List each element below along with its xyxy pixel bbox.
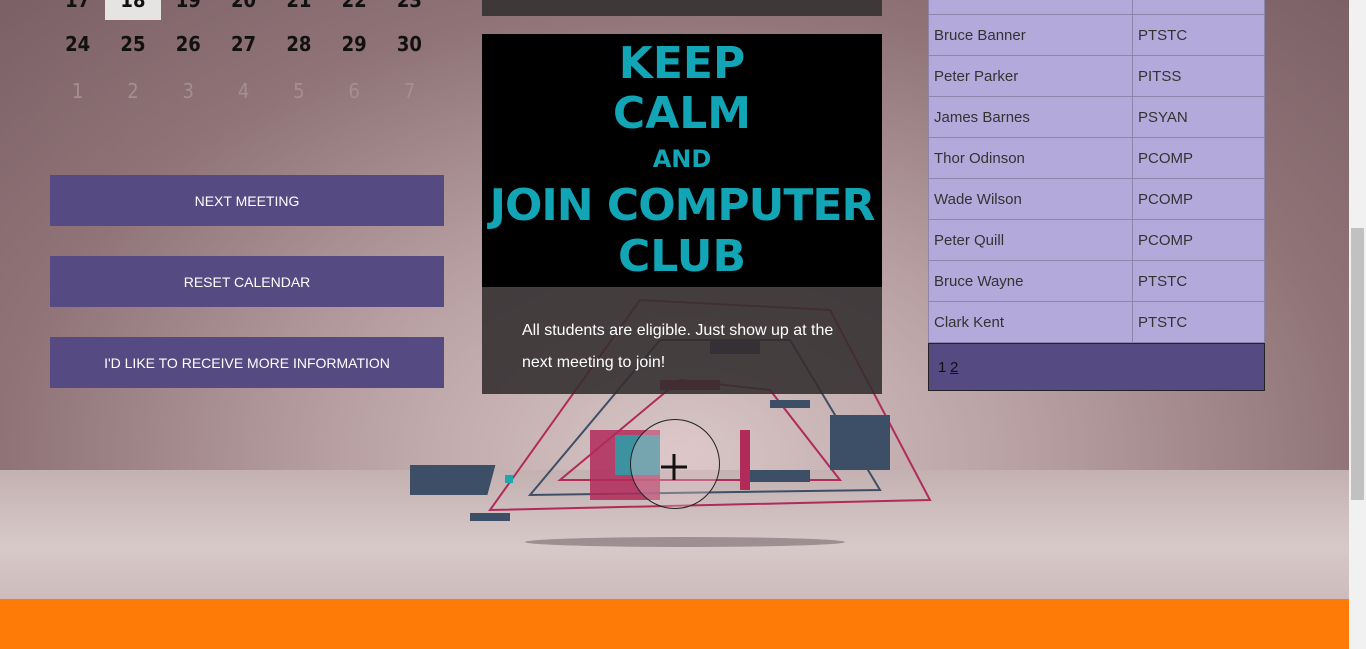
table-row: Wade Wilson PCOMP bbox=[928, 178, 1265, 220]
member-name: Peter Quill bbox=[928, 219, 1133, 261]
member-name: James Barnes bbox=[928, 96, 1133, 138]
calendar-day-next-month[interactable]: 6 bbox=[326, 79, 381, 103]
calendar-day[interactable]: 22 bbox=[326, 0, 381, 20]
table-row: Bruce Wayne PTSTC bbox=[928, 260, 1265, 302]
vertical-scrollbar[interactable] bbox=[1349, 0, 1366, 649]
calendar-week-row: 24 25 26 27 28 29 30 bbox=[50, 32, 437, 56]
member-code: PCOMP bbox=[1132, 137, 1265, 179]
page-1-current: 1 bbox=[938, 359, 947, 376]
reset-calendar-button[interactable]: RESET CALENDAR bbox=[50, 256, 444, 307]
calendar-day[interactable]: 19 bbox=[161, 0, 216, 20]
table-row bbox=[928, 0, 1265, 15]
calendar-day-next-month[interactable]: 7 bbox=[382, 79, 437, 103]
member-code: PTSTC bbox=[1132, 14, 1265, 56]
table-row: James Barnes PSYAN bbox=[928, 96, 1265, 138]
member-name: Thor Odinson bbox=[928, 137, 1133, 179]
poster-caption: All students are eligible. Just show up … bbox=[482, 287, 882, 394]
footer-bar bbox=[0, 599, 1349, 649]
calendar-day[interactable]: 28 bbox=[271, 32, 326, 56]
calendar-day-next-month[interactable]: 4 bbox=[216, 79, 271, 103]
calendar-day[interactable]: 26 bbox=[161, 32, 216, 56]
calendar-day-today[interactable]: 18 bbox=[105, 0, 161, 20]
member-code bbox=[1132, 0, 1265, 15]
poster-line: AND bbox=[652, 145, 712, 173]
member-code: PCOMP bbox=[1132, 178, 1265, 220]
scrollbar-thumb[interactable] bbox=[1351, 228, 1364, 500]
next-meeting-button[interactable]: NEXT MEETING bbox=[50, 175, 444, 226]
poster-line: JOIN COMPUTER bbox=[489, 180, 876, 231]
table-row: Clark Kent PTSTC bbox=[928, 301, 1265, 343]
calendar-day[interactable]: 25 bbox=[105, 32, 160, 56]
member-code: PSYAN bbox=[1132, 96, 1265, 138]
table-row: Bruce Banner PTSTC bbox=[928, 14, 1265, 56]
calendar-day[interactable]: 24 bbox=[50, 32, 105, 56]
calendar-day[interactable]: 27 bbox=[216, 32, 271, 56]
keep-calm-poster: KEEP CALM AND JOIN COMPUTER CLUB bbox=[482, 34, 882, 287]
member-code: PTSTC bbox=[1132, 301, 1265, 343]
member-name: Bruce Wayne bbox=[928, 260, 1133, 302]
calendar-day[interactable]: 23 bbox=[382, 0, 437, 20]
calendar-day[interactable]: 21 bbox=[271, 0, 326, 20]
calendar-day-next-month[interactable]: 2 bbox=[105, 79, 160, 103]
calendar-week-row: 1 2 3 4 5 6 7 bbox=[50, 79, 437, 103]
member-name bbox=[928, 0, 1133, 15]
member-name: Peter Parker bbox=[928, 55, 1133, 97]
crosshair-cursor-icon bbox=[630, 419, 720, 509]
calendar-day[interactable]: 29 bbox=[326, 32, 381, 56]
member-name: Clark Kent bbox=[928, 301, 1133, 343]
caption-text: All students are eligible. Just show up … bbox=[522, 322, 834, 371]
table-row: Peter Parker PITSS bbox=[928, 55, 1265, 97]
table-pagination: 1 2 bbox=[928, 343, 1265, 391]
more-info-button[interactable]: I'D LIKE TO RECEIVE MORE INFORMATION bbox=[50, 337, 444, 388]
member-code: PTSTC bbox=[1132, 260, 1265, 302]
image-card-top bbox=[482, 0, 882, 16]
poster-line: CALM bbox=[612, 88, 752, 139]
table-row: Peter Quill PCOMP bbox=[928, 219, 1265, 261]
calendar-day-next-month[interactable]: 3 bbox=[161, 79, 216, 103]
poster-line: KEEP bbox=[618, 38, 746, 89]
poster-line: CLUB bbox=[617, 231, 747, 282]
calendar-day[interactable]: 30 bbox=[382, 32, 437, 56]
calendar-day-next-month[interactable]: 1 bbox=[50, 79, 105, 103]
table-row: Thor Odinson PCOMP bbox=[928, 137, 1265, 179]
member-name: Wade Wilson bbox=[928, 178, 1133, 220]
member-code: PCOMP bbox=[1132, 219, 1265, 261]
calendar-week-row: 17 18 19 20 21 22 23 bbox=[50, 0, 437, 20]
member-code: PITSS bbox=[1132, 55, 1265, 97]
page-2-link[interactable]: 2 bbox=[950, 359, 958, 376]
members-table: Bruce Banner PTSTC Peter Parker PITSS Jame… bbox=[928, 0, 1265, 343]
member-name: Bruce Banner bbox=[928, 14, 1133, 56]
calendar-day-next-month[interactable]: 5 bbox=[271, 79, 326, 103]
calendar-day[interactable]: 20 bbox=[216, 0, 271, 20]
calendar-day[interactable]: 17 bbox=[50, 0, 105, 20]
